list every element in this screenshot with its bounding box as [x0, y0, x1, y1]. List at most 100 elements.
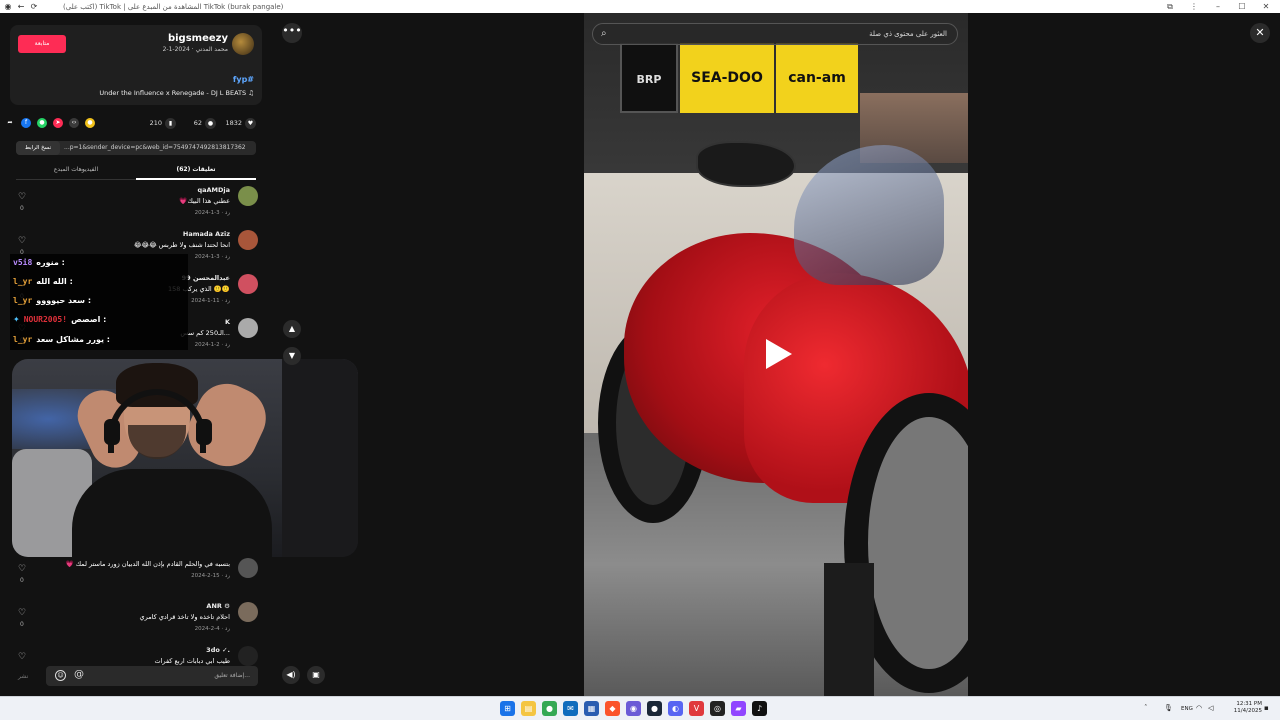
- heart-icon[interactable]: ♡: [18, 564, 26, 574]
- commenter-avatar[interactable]: [238, 230, 258, 250]
- chat-message: l_yr الله الله :: [13, 273, 73, 289]
- commenter-avatar[interactable]: [238, 646, 258, 666]
- post-button[interactable]: نشر: [18, 673, 28, 680]
- discord-icon[interactable]: ◐: [668, 701, 683, 716]
- tab-comments[interactable]: تعليقات (62): [136, 166, 256, 173]
- save-action[interactable]: 210 ▮: [150, 116, 176, 130]
- previous-video-icon[interactable]: ▲: [283, 320, 301, 338]
- play-icon[interactable]: [766, 339, 792, 369]
- action-bar: 1832 ♥ 62 ● 210 ▮ ● ‹› ➤ ● f ➦: [7, 116, 256, 130]
- taskbar: ⊞ ▤ ● ✉ ▦ ◆ ◉ ● ◐ V ◎ ▰ ♪ ˆ 🎙 ENG ◠ ◁ 12…: [0, 696, 1280, 720]
- facebook-icon[interactable]: f: [21, 118, 31, 128]
- back-icon[interactable]: ←: [16, 2, 26, 12]
- commenter-avatar[interactable]: [238, 558, 258, 578]
- valorant-icon[interactable]: V: [689, 701, 704, 716]
- heart-icon[interactable]: ♥: [245, 117, 256, 129]
- comment-input-placeholder: إضافة تعليق...: [214, 672, 250, 679]
- coin-icon[interactable]: ●: [85, 118, 95, 128]
- volume-icon[interactable]: ◀): [282, 666, 300, 684]
- chat-username: l_yr: [13, 276, 33, 286]
- close-icon[interactable]: ✕: [1250, 23, 1270, 43]
- next-video-icon[interactable]: ▼: [283, 347, 301, 365]
- browser-logo-icon: ◉: [4, 1, 12, 11]
- more-options-icon[interactable]: •••: [282, 23, 302, 43]
- link-row: ...p=1&sender_device=pc&web_id=754974749…: [16, 141, 256, 155]
- comment-date[interactable]: 2024-2-4 · رد: [195, 626, 230, 632]
- commenter-name[interactable]: K: [225, 318, 230, 326]
- creator-avatar[interactable]: [232, 33, 254, 55]
- heart-icon[interactable]: ♡: [18, 236, 26, 246]
- chrome-icon[interactable]: ●: [542, 701, 557, 716]
- related-search-input[interactable]: ⌕ العثور على محتوى ذي صلة: [592, 23, 958, 45]
- copy-link-button[interactable]: نسخ الرابط: [16, 141, 60, 155]
- motorcycle-mirror: [696, 141, 796, 187]
- creator-username[interactable]: bigsmeezy: [168, 33, 228, 44]
- share-icon[interactable]: ➦: [5, 118, 15, 128]
- notification-icon[interactable]: ▪: [1264, 704, 1269, 712]
- window-close-icon[interactable]: ✕: [1260, 2, 1272, 12]
- heart-icon[interactable]: ♡: [18, 192, 26, 202]
- language-indicator[interactable]: ENG: [1181, 706, 1193, 712]
- comment-action[interactable]: 62 ●: [194, 116, 216, 130]
- video-player[interactable]: BRP SEA-DOO can-am ⌕ العثور على محتوى ذي…: [584, 13, 968, 696]
- minimize-icon[interactable]: –: [1212, 2, 1224, 12]
- commenter-avatar[interactable]: [238, 318, 258, 338]
- reload-icon[interactable]: ⟳: [29, 2, 39, 12]
- commenter-avatar[interactable]: [238, 186, 258, 206]
- commenter-name[interactable]: 3do ✓.: [206, 646, 230, 654]
- file-explorer-icon[interactable]: ▤: [521, 701, 536, 716]
- comment-date[interactable]: 2024-2-15 · رد: [191, 573, 230, 579]
- microphone-icon[interactable]: 🎙: [1164, 704, 1173, 712]
- volume-tray-icon[interactable]: ◁: [1208, 704, 1213, 712]
- twitch-icon[interactable]: ▰: [731, 701, 746, 716]
- chat-text: يورر مشاكل سعد :: [36, 334, 110, 344]
- embed-icon[interactable]: ‹›: [69, 118, 79, 128]
- comment-date[interactable]: 2024-1-2 · رد: [195, 342, 230, 348]
- wifi-icon[interactable]: ◠: [1196, 704, 1202, 712]
- start-icon[interactable]: ⊞: [500, 701, 515, 716]
- commenter-name[interactable]: Hamada Aziz: [183, 230, 230, 238]
- mail-icon[interactable]: ✉: [563, 701, 578, 716]
- comment-input[interactable]: إضافة تعليق... @ ☺: [46, 666, 258, 686]
- webcam-wall: [282, 359, 358, 557]
- comment-likes: 0: [20, 205, 24, 212]
- more-icon[interactable]: ⋮: [1188, 2, 1200, 12]
- search-icon[interactable]: ⌕: [601, 28, 607, 39]
- comment-date[interactable]: 2024-1-3 · رد: [195, 210, 230, 216]
- heart-icon[interactable]: ♡: [18, 608, 26, 618]
- heart-icon[interactable]: ♡: [18, 652, 26, 662]
- commenter-name[interactable]: عبدالمحسن 99: [182, 274, 230, 282]
- commenter-avatar[interactable]: [238, 274, 258, 294]
- comment-count: 62: [193, 119, 202, 127]
- comment-date[interactable]: 2024-1-11 · رد: [191, 298, 230, 304]
- like-action[interactable]: 1832 ♥: [225, 116, 256, 130]
- brand-sign: BRP: [620, 43, 678, 113]
- picture-in-picture-icon[interactable]: ▣: [307, 666, 325, 684]
- video-link[interactable]: ...p=1&sender_device=pc&web_id=754974749…: [64, 144, 246, 151]
- follow-button[interactable]: متابعة: [18, 35, 66, 53]
- commenter-name[interactable]: ANR ⚙: [206, 602, 230, 610]
- clock[interactable]: 12:31 PM 11/4/2025: [1230, 701, 1262, 715]
- obs-icon[interactable]: ◎: [710, 701, 725, 716]
- extensions-icon[interactable]: ⧉: [1164, 2, 1176, 12]
- comment-date[interactable]: 2024-1-3 · رد: [195, 254, 230, 260]
- commenter-avatar[interactable]: [238, 602, 258, 622]
- emoji-icon[interactable]: ☺: [55, 670, 66, 681]
- app-icon[interactable]: ◉: [626, 701, 641, 716]
- store-icon[interactable]: ▦: [584, 701, 599, 716]
- commenter-name[interactable]: qaAMDja: [197, 186, 230, 194]
- chevron-up-icon[interactable]: ˆ: [1144, 704, 1148, 712]
- brave-icon[interactable]: ◆: [605, 701, 620, 716]
- mention-icon[interactable]: @: [74, 669, 84, 680]
- whatsapp-icon[interactable]: ●: [37, 118, 47, 128]
- hashtag-link[interactable]: fyp#: [233, 75, 254, 84]
- maximize-icon[interactable]: ☐: [1236, 2, 1248, 12]
- song-link[interactable]: Under the Influence x Renegade - DJ L BE…: [99, 89, 254, 97]
- tiktok-icon[interactable]: ♪: [752, 701, 767, 716]
- tab-creator-videos[interactable]: الفيديوهات المبدع: [16, 166, 136, 173]
- comment-icon[interactable]: ●: [205, 117, 216, 129]
- steam-icon[interactable]: ●: [647, 701, 662, 716]
- bookmark-icon[interactable]: ▮: [165, 117, 176, 129]
- send-icon[interactable]: ➤: [53, 118, 63, 128]
- details-panel: bigsmeezy محمد المدني · 2024-1-2 متابعة …: [0, 13, 280, 696]
